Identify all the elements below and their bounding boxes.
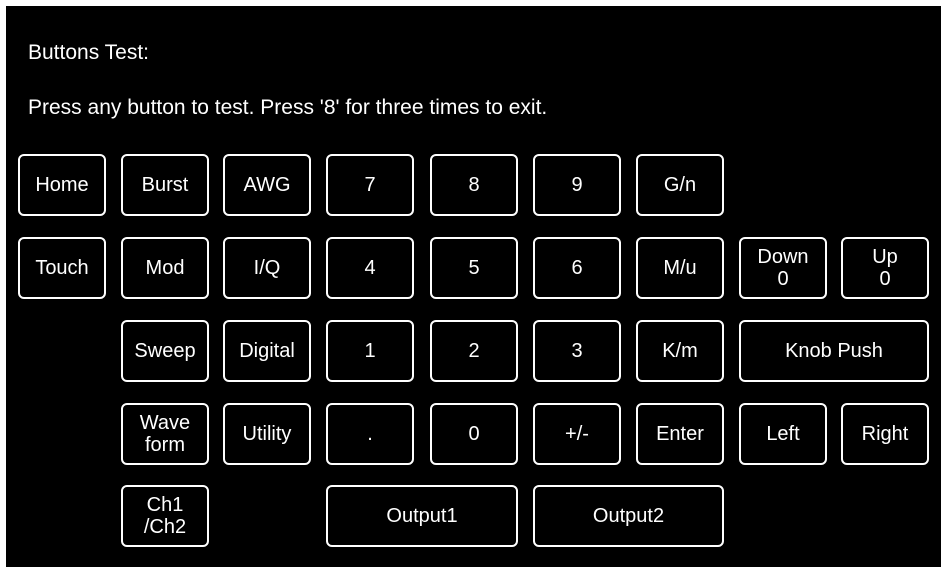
awg-button[interactable]: AWG xyxy=(223,154,311,216)
digit-5-button[interactable]: 5 xyxy=(430,237,518,299)
giga-nano-button[interactable]: G/n xyxy=(636,154,724,216)
home-button[interactable]: Home xyxy=(18,154,106,216)
output2-button[interactable]: Output2 xyxy=(533,485,724,547)
left-button[interactable]: Left xyxy=(739,403,827,465)
knob-down-count: 0 xyxy=(777,268,789,290)
instruction-text: Press any button to test. Press '8' for … xyxy=(28,96,548,119)
buttons-test-screen: Buttons Test: Press any button to test. … xyxy=(6,6,941,567)
decimal-point-button[interactable]: . xyxy=(326,403,414,465)
digit-6-button[interactable]: 6 xyxy=(533,237,621,299)
kilo-milli-button[interactable]: K/m xyxy=(636,320,724,382)
sweep-button[interactable]: Sweep xyxy=(121,320,209,382)
digit-2-button[interactable]: 2 xyxy=(430,320,518,382)
mega-micro-button[interactable]: M/u xyxy=(636,237,724,299)
waveform-label-line1: Wave xyxy=(139,412,191,434)
waveform-label-line2: form xyxy=(145,434,185,456)
right-button[interactable]: Right xyxy=(841,403,929,465)
plus-minus-button[interactable]: +/- xyxy=(533,403,621,465)
knob-push-button[interactable]: Knob Push xyxy=(739,320,929,382)
ch1-ch2-label-line1: Ch1 xyxy=(146,494,184,516)
knob-up-count: 0 xyxy=(879,268,891,290)
burst-button[interactable]: Burst xyxy=(121,154,209,216)
page-title: Buttons Test: xyxy=(28,41,150,64)
output1-button[interactable]: Output1 xyxy=(326,485,518,547)
enter-button[interactable]: Enter xyxy=(636,403,724,465)
digital-button[interactable]: Digital xyxy=(223,320,311,382)
digit-8-button[interactable]: 8 xyxy=(430,154,518,216)
ch1-ch2-label-line2: /Ch2 xyxy=(143,516,187,538)
utility-button[interactable]: Utility xyxy=(223,403,311,465)
knob-down-button[interactable]: Down 0 xyxy=(739,237,827,299)
touch-button[interactable]: Touch xyxy=(18,237,106,299)
digit-3-button[interactable]: 3 xyxy=(533,320,621,382)
knob-up-label: Up xyxy=(872,246,898,268)
waveform-button[interactable]: Wave form xyxy=(121,403,209,465)
knob-down-label: Down xyxy=(757,246,809,268)
mod-button[interactable]: Mod xyxy=(121,237,209,299)
iq-button[interactable]: I/Q xyxy=(223,237,311,299)
digit-1-button[interactable]: 1 xyxy=(326,320,414,382)
knob-up-button[interactable]: Up 0 xyxy=(841,237,929,299)
digit-7-button[interactable]: 7 xyxy=(326,154,414,216)
digit-4-button[interactable]: 4 xyxy=(326,237,414,299)
digit-9-button[interactable]: 9 xyxy=(533,154,621,216)
ch1-ch2-button[interactable]: Ch1 /Ch2 xyxy=(121,485,209,547)
digit-0-button[interactable]: 0 xyxy=(430,403,518,465)
